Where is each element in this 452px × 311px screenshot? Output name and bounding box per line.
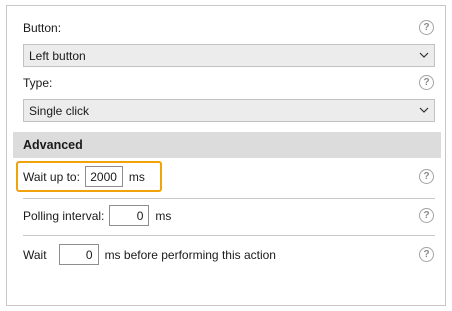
- type-select[interactable]: Single click: [23, 99, 435, 122]
- advanced-section-header[interactable]: Advanced: [13, 132, 441, 158]
- wait-before-suffix: ms before performing this action: [104, 247, 276, 262]
- button-select-value: Left button: [29, 48, 86, 63]
- chevron-down-icon: [419, 107, 429, 113]
- polling-interval-row: Polling interval: 0 ms: [23, 205, 171, 226]
- button-label: Button:: [23, 21, 62, 35]
- type-select-value: Single click: [29, 103, 90, 118]
- action-properties-panel: Button: ? Left button Type: ? Single cli…: [6, 5, 446, 306]
- chevron-down-icon: [419, 52, 429, 58]
- wait-up-to-label: Wait up to:: [23, 169, 80, 184]
- type-label: Type:: [23, 76, 53, 90]
- help-icon[interactable]: ?: [419, 20, 434, 35]
- wait-before-row: Wait 0 ms before performing this action: [23, 244, 276, 265]
- polling-interval-input[interactable]: 0: [109, 205, 150, 226]
- wait-up-to-unit: ms: [128, 169, 145, 184]
- help-icon[interactable]: ?: [419, 247, 434, 262]
- divider: [23, 198, 435, 199]
- polling-interval-unit: ms: [155, 208, 172, 223]
- wait-up-to-row: Wait up to: 2000 ms: [23, 166, 145, 187]
- advanced-section-title: Advanced: [23, 138, 83, 152]
- wait-before-input[interactable]: 0: [58, 244, 99, 265]
- help-icon[interactable]: ?: [419, 169, 434, 184]
- wait-before-label: Wait: [23, 247, 47, 262]
- button-select[interactable]: Left button: [23, 44, 435, 67]
- help-icon[interactable]: ?: [419, 75, 434, 90]
- wait-up-to-input[interactable]: 2000: [84, 166, 123, 187]
- polling-interval-label: Polling interval:: [23, 208, 105, 223]
- divider: [23, 235, 435, 236]
- help-icon[interactable]: ?: [419, 208, 434, 223]
